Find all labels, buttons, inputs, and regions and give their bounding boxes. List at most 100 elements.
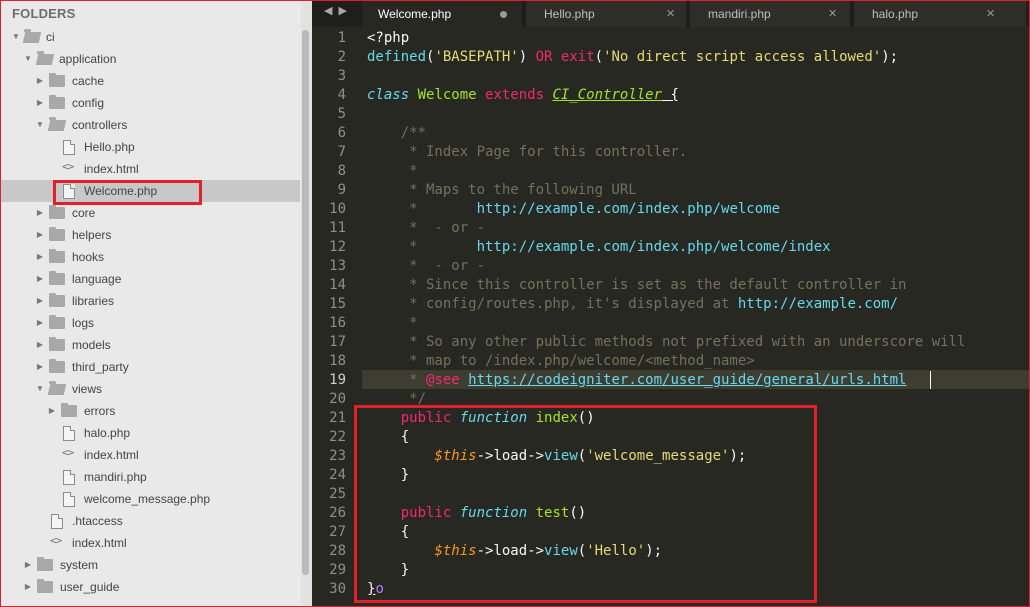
chevron-right-icon[interactable]: ▶ [34,312,46,334]
code-token: * map to /index.php/welcome/<method_name… [367,353,755,369]
line-number: 11 [329,220,346,236]
tree-folder-third-party[interactable]: ▶ third_party [0,356,300,378]
annotation-highlight-file [53,180,202,205]
folder-icon [49,271,65,285]
line-number: 30 [329,581,346,597]
chevron-right-icon[interactable]: ▶ [34,246,46,268]
code-line-1[interactable]: <?php [367,29,409,48]
tree-label: views [72,382,103,396]
tree-label: core [72,206,96,220]
chevron-down-icon[interactable]: ▼ [10,26,22,48]
code-line-13[interactable]: * - or - [367,257,485,276]
line-number: 29 [329,562,346,578]
code-line-12[interactable]: * http://example.com/index.php/welcome/i… [367,238,831,257]
line-number: 15 [329,296,346,312]
code-token: 'BASEPATH' [434,49,519,65]
code-line-6[interactable]: /** [367,124,426,143]
close-icon[interactable]: ✕ [986,1,995,27]
tree-folder-hooks[interactable]: ▶ hooks [0,246,300,268]
tree-label: .htaccess [72,514,123,528]
unsaved-dot-icon[interactable] [500,11,507,18]
chevron-right-icon[interactable]: ▶ [34,202,46,224]
tree-folder-config[interactable]: ▶ config [0,92,300,114]
code-line-8[interactable]: * [367,162,417,181]
tree-folder-models[interactable]: ▶ models [0,334,300,356]
chevron-down-icon[interactable]: ▼ [34,114,46,136]
line-number: 18 [329,353,346,369]
tree-file-hello-php[interactable]: Hello.php [0,136,300,158]
tab-nav-arrows-icon[interactable]: ◀▶ [324,4,353,17]
sidebar-scrollbar-thumb[interactable] [302,30,309,575]
tree-folder-core[interactable]: ▶ core [0,202,300,224]
code-line-4[interactable]: class Welcome extends CI_Controller { [367,86,679,105]
folder-icon [49,73,65,87]
line-number: 4 [337,87,346,103]
close-icon[interactable]: ✕ [828,1,837,27]
chevron-right-icon[interactable]: ▶ [34,224,46,246]
tab-halo-php[interactable]: halo.php ✕ [856,1,1024,27]
chevron-right-icon[interactable]: ▶ [34,268,46,290]
close-icon[interactable]: ✕ [666,1,675,27]
tree-folder-ci[interactable]: ▼ ci [0,26,300,48]
chevron-right-icon[interactable]: ▶ [22,576,34,598]
folder-open-icon [37,51,53,65]
tree-folder-helpers[interactable]: ▶ helpers [0,224,300,246]
tab-mandiri-php[interactable]: mandiri.php ✕ [692,1,848,27]
chevron-right-icon[interactable]: ▶ [34,290,46,312]
code-token: * Index Page for this controller. [367,144,688,160]
tree-file-welcome-message-php[interactable]: welcome_message.php [0,488,300,510]
code-line-17[interactable]: * So any other public methods not prefix… [367,333,965,352]
chevron-down-icon[interactable]: ▼ [34,378,46,400]
tree-label: cache [72,74,105,88]
code-line-7[interactable]: * Index Page for this controller. [367,143,687,162]
folder-open-icon [24,29,40,43]
tab-welcome-php[interactable]: Welcome.php [362,1,522,27]
code-line-10[interactable]: * http://example.com/index.php/welcome [367,200,780,219]
tree-label: mandiri.php [84,470,147,484]
tree-folder-language[interactable]: ▶ language [0,268,300,290]
code-line-19[interactable]: * @see https://codeigniter.com/user_guid… [367,371,906,390]
code-link[interactable]: https://codeigniter.com/user_guide/gener… [468,372,906,388]
chevron-right-icon[interactable]: ▶ [34,334,46,356]
code-link[interactable]: http://example.com/index.php/welcome [477,201,780,217]
tree-label: models [72,338,111,352]
chevron-right-icon[interactable]: ▶ [22,554,34,576]
line-number: 16 [329,315,346,331]
tree-folder-errors[interactable]: ▶ errors [0,400,300,422]
code-line-18[interactable]: * map to /index.php/welcome/<method_name… [367,352,755,371]
tree-folder-system[interactable]: ▶ system [0,554,300,576]
code-line-15[interactable]: * config/routes.php, it's displayed at h… [367,295,898,314]
code-link[interactable]: http://example.com/index.php/welcome/ind… [477,239,831,255]
code-line-14[interactable]: * Since this controller is set as the de… [367,276,906,295]
tree-folder-libraries[interactable]: ▶ libraries [0,290,300,312]
tree-file-index-html[interactable]: <> index.html [0,158,300,180]
code-line-2[interactable]: defined('BASEPATH') OR exit('No direct s… [367,48,898,67]
tree-file-halo-php[interactable]: halo.php [0,422,300,444]
text-caret [930,371,931,389]
folder-sidebar[interactable]: FOLDERS ▼ ci ▼ application ▶ cache ▶ con… [0,0,312,607]
tree-folder-views[interactable]: ▼ views [0,378,300,400]
tree-folder-cache[interactable]: ▶ cache [0,70,300,92]
code-line-16[interactable]: * [367,314,417,333]
code-line-9[interactable]: * Maps to the following URL [367,181,637,200]
tree-file-mandiri-php[interactable]: mandiri.php [0,466,300,488]
tree-file-index-html[interactable]: <> index.html [0,444,300,466]
chevron-right-icon[interactable]: ▶ [34,92,46,114]
tree-folder-application[interactable]: ▼ application [0,48,300,70]
code-link[interactable]: http://example.com/ [738,296,898,312]
tab-label: Welcome.php [378,7,452,21]
line-number: 22 [329,429,346,445]
code-line-11[interactable]: * - or - [367,219,485,238]
chevron-down-icon[interactable]: ▼ [22,48,34,70]
tree-folder-controllers[interactable]: ▼ controllers [0,114,300,136]
chevron-right-icon[interactable]: ▶ [46,400,58,422]
chevron-right-icon[interactable]: ▶ [34,356,46,378]
tree-folder-user-guide[interactable]: ▶ user_guide [0,576,300,598]
tree-folder-logs[interactable]: ▶ logs [0,312,300,334]
tree-file-index-html[interactable]: <> index.html [0,532,300,554]
tree-file-htaccess[interactable]: .htaccess [0,510,300,532]
code-token: exit [560,49,595,65]
chevron-right-icon[interactable]: ▶ [34,70,46,92]
tab-hello-php[interactable]: Hello.php ✕ [528,1,684,27]
